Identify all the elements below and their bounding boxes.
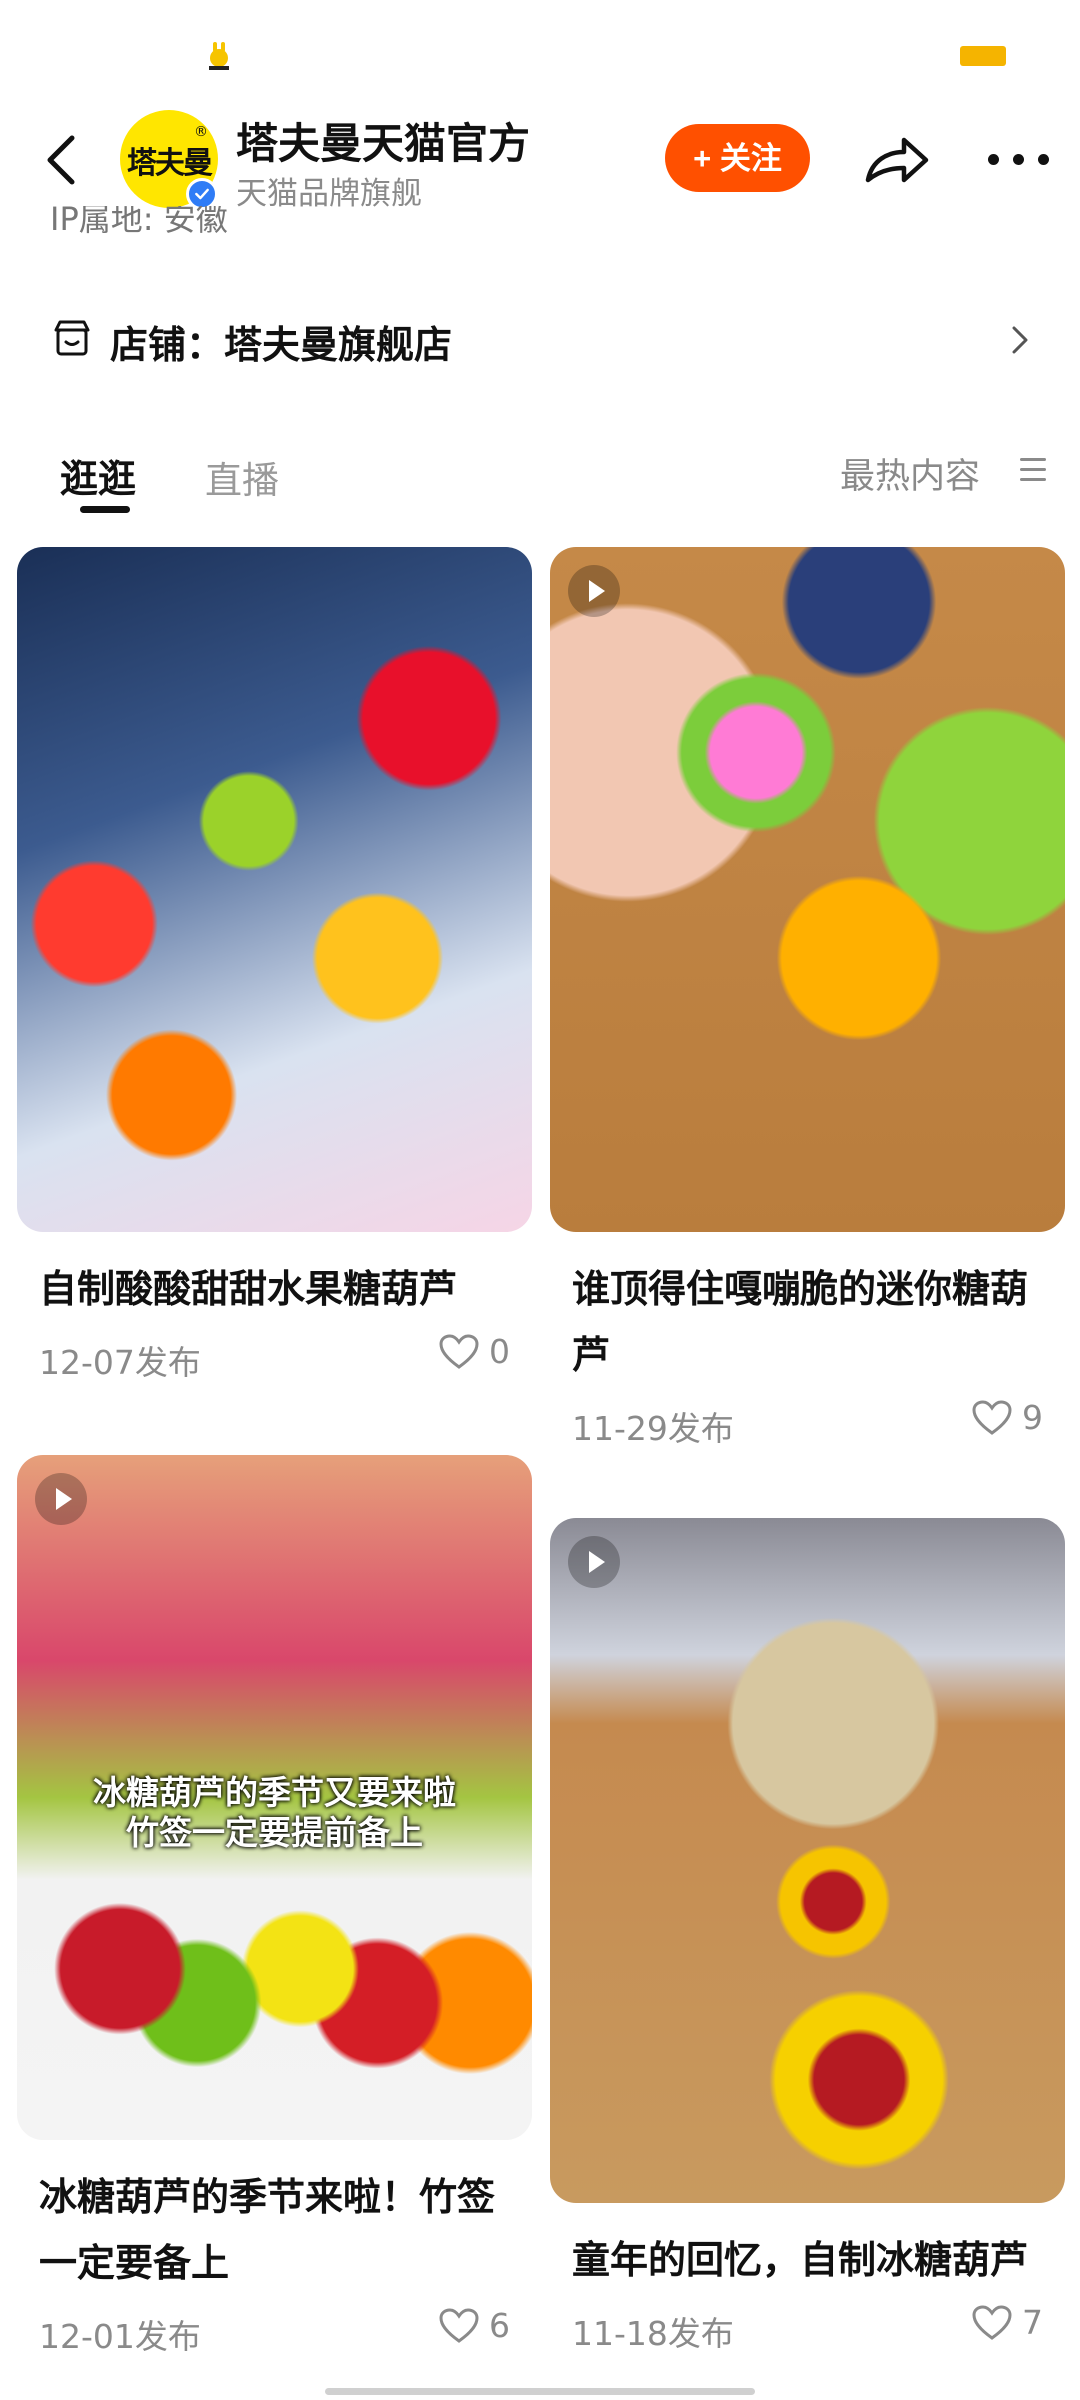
feed-card[interactable]: 冰糖葫芦的季节又要来啦 竹签一定要提前备上 冰糖葫芦的季节来啦！竹签一定要备上 …	[17, 1455, 532, 2358]
ip-location-text: IP属地: 安徽	[50, 206, 228, 238]
like-button[interactable]: 9	[972, 1398, 1043, 1446]
heart-icon	[439, 2307, 479, 2343]
avatar-logo-text: 塔夫曼	[127, 146, 213, 181]
heart-icon	[972, 2304, 1012, 2340]
card-meta: 12-01发布 6	[39, 2302, 510, 2358]
heart-icon	[439, 1333, 479, 1369]
card-date: 12-01发布	[39, 2317, 201, 2356]
video-caption-line: 竹签一定要提前备上	[126, 1813, 423, 1852]
card-meta: 11-18发布 7	[572, 2299, 1043, 2355]
card-date: 12-07发布	[39, 1343, 201, 1382]
tab-live[interactable]: 直播	[205, 450, 279, 504]
chevron-right-icon	[1012, 326, 1028, 354]
battery-icon	[960, 46, 1006, 66]
like-count: 9	[1022, 1398, 1043, 1437]
like-button[interactable]: 7	[972, 2303, 1043, 2351]
card-thumbnail[interactable]	[550, 1518, 1065, 2203]
card-date: 11-18发布	[572, 2314, 734, 2353]
heart-icon	[972, 1399, 1012, 1435]
more-options-icon[interactable]	[988, 148, 1050, 172]
tab-browse[interactable]: 逛逛	[60, 448, 136, 503]
status-bar	[0, 0, 1080, 100]
store-entry[interactable]: 店铺：塔夫曼旗舰店	[52, 300, 1032, 380]
shop-subtitle: 天猫品牌旗舰	[236, 176, 422, 212]
store-icon	[54, 320, 90, 356]
card-title[interactable]: 自制酸酸甜甜水果糖葫芦	[39, 1256, 510, 1322]
card-thumbnail[interactable]	[550, 547, 1065, 1232]
home-indicator[interactable]	[325, 2388, 755, 2395]
video-play-icon	[568, 565, 620, 617]
card-title[interactable]: 童年的回忆，自制冰糖葫芦	[572, 2227, 1043, 2293]
video-caption-line: 冰糖葫芦的季节又要来啦	[93, 1773, 456, 1812]
back-icon[interactable]	[38, 130, 88, 190]
like-button[interactable]: 0	[439, 1332, 510, 1380]
card-title[interactable]: 谁顶得住嘎嘣脆的迷你糖葫芦	[572, 1256, 1043, 1388]
ip-location: IP属地: 安徽	[50, 206, 228, 242]
card-thumbnail[interactable]: 冰糖葫芦的季节又要来啦 竹签一定要提前备上	[17, 1455, 532, 2140]
card-title[interactable]: 冰糖葫芦的季节来啦！竹签一定要备上	[39, 2164, 510, 2296]
like-count: 7	[1022, 2303, 1043, 2342]
feed-card[interactable]: 自制酸酸甜甜水果糖葫芦 12-07发布 0	[17, 547, 532, 1384]
like-count: 6	[489, 2306, 510, 2345]
sort-menu-icon[interactable]	[1020, 458, 1046, 484]
video-play-icon	[35, 1473, 87, 1525]
feed-card[interactable]: 童年的回忆，自制冰糖葫芦 11-18发布 7	[550, 1518, 1065, 2355]
like-count: 0	[489, 1332, 510, 1371]
header: 塔夫曼 ® 塔夫曼天猫官方 天猫品牌旗舰 + 关注	[0, 100, 1080, 220]
video-play-icon	[568, 1536, 620, 1588]
feed-card[interactable]: 谁顶得住嘎嘣脆的迷你糖葫芦 11-29发布 9	[550, 547, 1065, 1450]
store-label: 店铺：塔夫曼旗舰店	[110, 323, 453, 367]
card-thumbnail[interactable]	[17, 547, 532, 1232]
content-tabs: 逛逛 直播 最热内容	[0, 440, 1080, 520]
share-icon[interactable]	[862, 130, 932, 190]
shop-name[interactable]: 塔夫曼天猫官方	[236, 110, 530, 171]
card-date: 11-29发布	[572, 1409, 734, 1448]
app-notification-icon	[209, 42, 229, 70]
follow-button[interactable]: + 关注	[665, 124, 810, 192]
tab-active-indicator	[80, 506, 130, 513]
like-button[interactable]: 6	[439, 2306, 510, 2354]
card-meta: 11-29发布 9	[572, 1394, 1043, 1450]
registered-mark: ®	[194, 124, 208, 140]
sort-dropdown[interactable]: 最热内容	[840, 448, 980, 499]
card-meta: 12-07发布 0	[39, 1328, 510, 1384]
